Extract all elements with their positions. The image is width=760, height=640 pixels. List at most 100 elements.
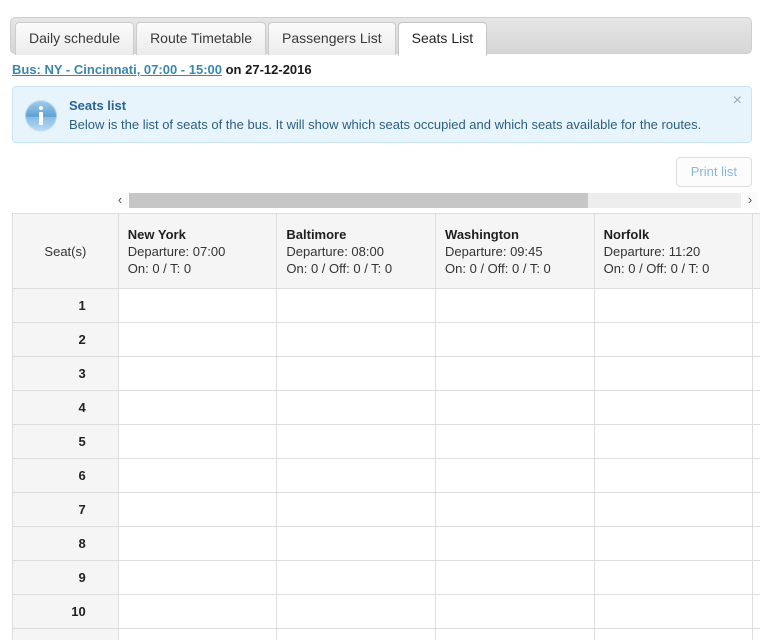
seat-slot-cell[interactable] bbox=[435, 594, 595, 629]
info-icon bbox=[25, 100, 57, 132]
header-stop: RichmondDeparture: 12:40On: 0 / Off: 0 /… bbox=[752, 213, 760, 289]
seat-slot-cell[interactable] bbox=[593, 356, 754, 391]
seat-slot-cell[interactable] bbox=[593, 458, 754, 493]
seat-slot-cell[interactable] bbox=[276, 628, 437, 640]
seat-slot-cell[interactable] bbox=[117, 288, 278, 323]
seat-slot-cell[interactable] bbox=[752, 492, 760, 527]
seat-slot-cell[interactable] bbox=[752, 356, 760, 391]
seat-slot-cell[interactable] bbox=[752, 390, 760, 425]
seat-slot-cell[interactable] bbox=[117, 492, 278, 527]
table-row: 2 bbox=[12, 322, 760, 357]
seat-slot-cell[interactable] bbox=[435, 322, 595, 357]
scrollbar-track[interactable] bbox=[129, 193, 741, 208]
header-stop: Norfolk Departure: 11:20 On: 0 / Off: 0 / … bbox=[593, 213, 754, 289]
stop-name: Washington bbox=[445, 226, 519, 242]
seat-slot-cell[interactable] bbox=[276, 424, 437, 459]
seat-slot-cell[interactable] bbox=[117, 322, 278, 357]
table-row: 8 bbox=[12, 526, 760, 561]
seat-slot-cell[interactable] bbox=[435, 458, 595, 493]
table-row: 1 bbox=[12, 288, 760, 323]
seat-number: 7 bbox=[12, 492, 119, 527]
seat-slot-cell[interactable] bbox=[276, 390, 437, 425]
seat-slot-cell[interactable] bbox=[117, 356, 278, 391]
seat-number: 2 bbox=[12, 322, 119, 357]
tab-daily-schedule[interactable]: Daily schedule bbox=[15, 22, 135, 55]
seat-slot-cell[interactable] bbox=[117, 390, 278, 425]
route-link[interactable]: Bus: NY - Cincinnati, 07:00 - 15:00 bbox=[12, 62, 222, 77]
seat-number: 8 bbox=[12, 526, 119, 561]
seat-slot-cell[interactable] bbox=[276, 526, 437, 561]
info-icon-stem bbox=[39, 112, 43, 125]
seat-number: 4 bbox=[12, 390, 119, 425]
seat-slot-cell[interactable] bbox=[276, 356, 437, 391]
seat-slot-cell[interactable] bbox=[117, 594, 278, 629]
seat-slot-cell[interactable] bbox=[435, 390, 595, 425]
stop-name: Norfolk bbox=[603, 226, 650, 242]
chevron-right-icon[interactable]: › bbox=[742, 192, 758, 209]
tab-route-timetable[interactable]: Route Timetable bbox=[136, 22, 267, 55]
table-row: 10 bbox=[12, 594, 760, 629]
stop-name: New York bbox=[127, 226, 186, 242]
seat-slot-cell[interactable] bbox=[435, 492, 595, 527]
seat-slot-cell[interactable] bbox=[593, 560, 754, 595]
seat-slot-cell[interactable] bbox=[752, 560, 760, 595]
seat-slot-cell[interactable] bbox=[276, 560, 437, 595]
header-stop: New York Departure: 07:00 On: 0 / T: 0 bbox=[117, 213, 278, 289]
seat-slot-cell[interactable] bbox=[752, 458, 760, 493]
alert-title: Seats list bbox=[69, 98, 127, 113]
seat-slot-cell[interactable] bbox=[752, 288, 760, 323]
seat-slot-cell[interactable] bbox=[752, 526, 760, 561]
seat-slot-cell[interactable] bbox=[593, 594, 754, 629]
table-row: 6 bbox=[12, 458, 760, 493]
seat-slot-cell[interactable] bbox=[593, 526, 754, 561]
seat-slot-cell[interactable] bbox=[276, 492, 437, 527]
seat-slot-cell[interactable] bbox=[752, 322, 760, 357]
stop-counts: On: 0 / Off: 0 / T: 0 bbox=[445, 260, 551, 276]
seat-slot-cell[interactable] bbox=[117, 560, 278, 595]
chevron-left-icon[interactable]: ‹ bbox=[112, 192, 128, 209]
seat-slot-cell[interactable] bbox=[117, 526, 278, 561]
seat-slot-cell[interactable] bbox=[276, 458, 437, 493]
scrollbar-thumb[interactable] bbox=[129, 193, 588, 208]
seat-slot-cell[interactable] bbox=[593, 424, 754, 459]
close-icon[interactable]: × bbox=[733, 93, 742, 109]
seat-slot-cell[interactable] bbox=[593, 492, 754, 527]
seat-number: 6 bbox=[12, 458, 119, 493]
table-row: 3 bbox=[12, 356, 760, 391]
seat-slot-cell[interactable] bbox=[435, 628, 595, 640]
seat-slot-cell[interactable] bbox=[276, 288, 437, 323]
seat-number: 11 bbox=[12, 628, 119, 640]
seat-slot-cell[interactable] bbox=[435, 560, 595, 595]
alert-body: Seats list Below is the list of seats of… bbox=[69, 98, 721, 133]
tab-passengers-list[interactable]: Passengers List bbox=[268, 22, 396, 55]
header-seat: Seat(s) bbox=[12, 213, 119, 289]
seats-list-page: Daily schedule Route Timetable Passengers … bbox=[0, 0, 760, 640]
seat-slot-cell[interactable] bbox=[435, 356, 595, 391]
seat-slot-cell[interactable] bbox=[117, 458, 278, 493]
header-stop: Washington Departure: 09:45 On: 0 / Off: 0… bbox=[435, 213, 595, 289]
seat-slot-cell[interactable] bbox=[593, 390, 754, 425]
alert-message: Below is the list of seats of the bus. I… bbox=[69, 117, 702, 132]
seat-slot-cell[interactable] bbox=[593, 288, 754, 323]
seat-slot-cell[interactable] bbox=[593, 322, 754, 357]
seat-slot-cell[interactable] bbox=[276, 594, 437, 629]
seat-slot-cell[interactable] bbox=[435, 526, 595, 561]
stop-departure: Departure: 07:00 bbox=[127, 243, 226, 259]
seat-slot-cell[interactable] bbox=[276, 322, 437, 357]
table-row: 9 bbox=[12, 560, 760, 595]
table-row: 11 bbox=[12, 628, 760, 640]
table-row: 5 bbox=[12, 424, 760, 459]
horizontal-scrollbar[interactable]: ‹ › bbox=[112, 192, 760, 209]
tab-seats-list[interactable]: Seats List bbox=[397, 22, 488, 56]
seat-slot-cell[interactable] bbox=[752, 594, 760, 629]
seat-slot-cell[interactable] bbox=[435, 288, 595, 323]
seat-slot-cell[interactable] bbox=[752, 628, 760, 640]
seat-slot-cell[interactable] bbox=[593, 628, 754, 640]
seat-slot-cell[interactable] bbox=[117, 628, 278, 640]
seat-slot-cell[interactable] bbox=[117, 424, 278, 459]
seat-number: 1 bbox=[12, 288, 119, 323]
route-date: 27-12-2016 bbox=[245, 62, 312, 77]
print-list-button[interactable]: Print list bbox=[675, 157, 752, 187]
seat-slot-cell[interactable] bbox=[435, 424, 595, 459]
seat-slot-cell[interactable] bbox=[752, 424, 760, 459]
